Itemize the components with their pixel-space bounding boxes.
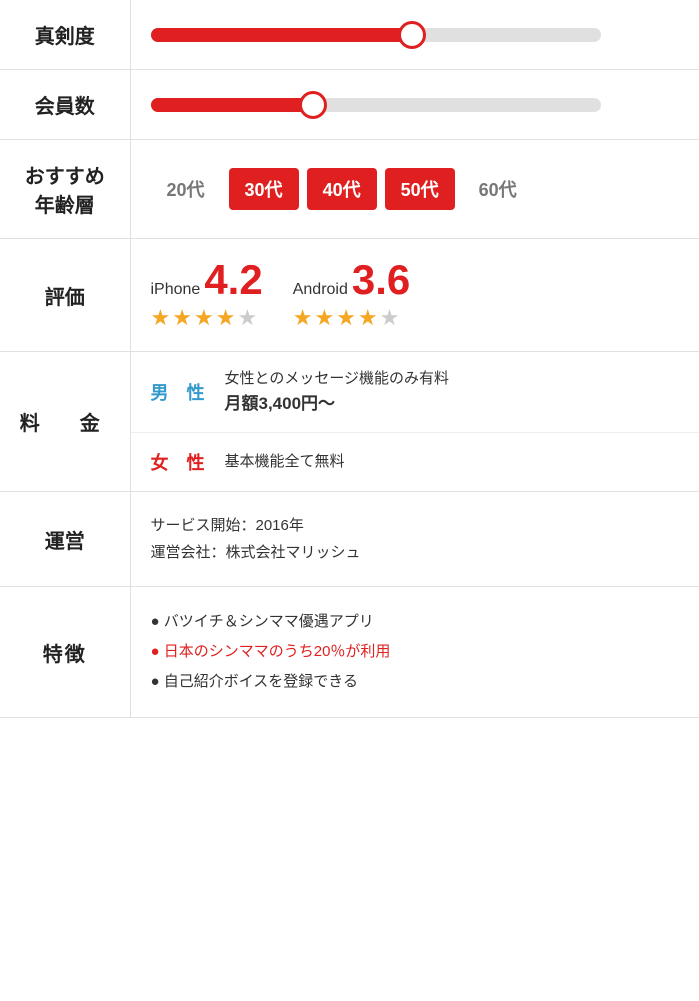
pricing-male-row: 男 性 女性とのメッセージ機能のみ有料 月額3,400円〜 [131,352,699,432]
pricing-label: 料 金 [0,352,130,492]
members-thumb [299,91,327,119]
rating-label: 評価 [0,239,130,352]
age-range-label: おすすめ 年齢層 [0,140,130,239]
members-label: 会員数 [0,70,130,140]
android-platform-label: Android [293,281,348,299]
rating-container: iPhone 4.2 ★ ★ ★ ★ ★ Android 3.6 [151,259,680,331]
male-pricing-text: 女性とのメッセージ機能のみ有料 月額3,400円〜 [225,368,450,416]
android-rating-top: Android 3.6 [293,259,411,301]
operations-text: サービス開始：2016年 運営会社：株式会社マリッシュ [151,512,680,566]
rating-content: iPhone 4.2 ★ ★ ★ ★ ★ Android 3.6 [130,239,699,352]
iphone-stars: ★ ★ ★ ★ ★ [151,305,258,331]
android-score: 3.6 [352,259,410,301]
female-pricing-text: 基本機能全て無料 [225,451,345,474]
features-list: バツイチ＆シンママ優遇アプリ 日本のシンママのうち20％が利用 自己紹介ボイスを… [151,607,680,697]
android-stars: ★ ★ ★ ★ ★ [293,305,400,331]
operations-content: サービス開始：2016年 運営会社：株式会社マリッシュ [130,492,699,587]
iphone-star-1: ★ [151,305,171,331]
seriousness-content [130,0,699,70]
feature-item-3: 自己紹介ボイスを登録できる [151,667,680,697]
members-track [151,98,601,112]
pricing-content: 男 性 女性とのメッセージ機能のみ有料 月額3,400円〜 女 性 基本機能全て… [130,352,699,492]
age-tag-50: 50代 [385,168,455,210]
features-content: バツイチ＆シンママ優遇アプリ 日本のシンママのうち20％が利用 自己紹介ボイスを… [130,587,699,718]
female-gender-label: 女 性 [151,449,205,475]
android-star-3: ★ [336,305,356,331]
age-tag-40: 40代 [307,168,377,210]
age-range-content: 20代 30代 40代 50代 60代 [130,140,699,239]
members-fill [151,98,313,112]
age-tag-60: 60代 [463,168,533,210]
android-star-5: ★ [380,305,400,331]
seriousness-thumb [398,21,426,49]
age-tag-20: 20代 [151,168,221,210]
iphone-score: 4.2 [204,259,262,301]
seriousness-fill [151,28,412,42]
iphone-rating-top: iPhone 4.2 [151,259,263,301]
android-star-4: ★ [358,305,378,331]
seriousness-label: 真剣度 [0,0,130,70]
android-star-1: ★ [293,305,313,331]
feature-item-2: 日本のシンママのうち20％が利用 [151,637,680,667]
feature-item-1: バツイチ＆シンママ優遇アプリ [151,607,680,637]
iphone-star-2: ★ [172,305,192,331]
members-content [130,70,699,140]
operations-label: 運営 [0,492,130,587]
pricing-inner: 男 性 女性とのメッセージ機能のみ有料 月額3,400円〜 女 性 基本機能全て… [131,352,699,491]
iphone-rating-block: iPhone 4.2 ★ ★ ★ ★ ★ [151,259,263,331]
seriousness-track [151,28,601,42]
iphone-star-5: ★ [237,305,257,331]
male-gender-label: 男 性 [151,379,205,405]
age-tag-30: 30代 [229,168,299,210]
pricing-female-row: 女 性 基本機能全て無料 [131,432,699,491]
seriousness-slider [151,28,680,42]
iphone-star-3: ★ [194,305,214,331]
features-label: 特徴 [0,587,130,718]
android-rating-block: Android 3.6 ★ ★ ★ ★ ★ [293,259,411,331]
members-slider [151,98,680,112]
age-range-tags: 20代 30代 40代 50代 60代 [151,168,680,210]
iphone-platform-label: iPhone [151,281,201,299]
android-star-2: ★ [314,305,334,331]
iphone-star-4: ★ [216,305,236,331]
